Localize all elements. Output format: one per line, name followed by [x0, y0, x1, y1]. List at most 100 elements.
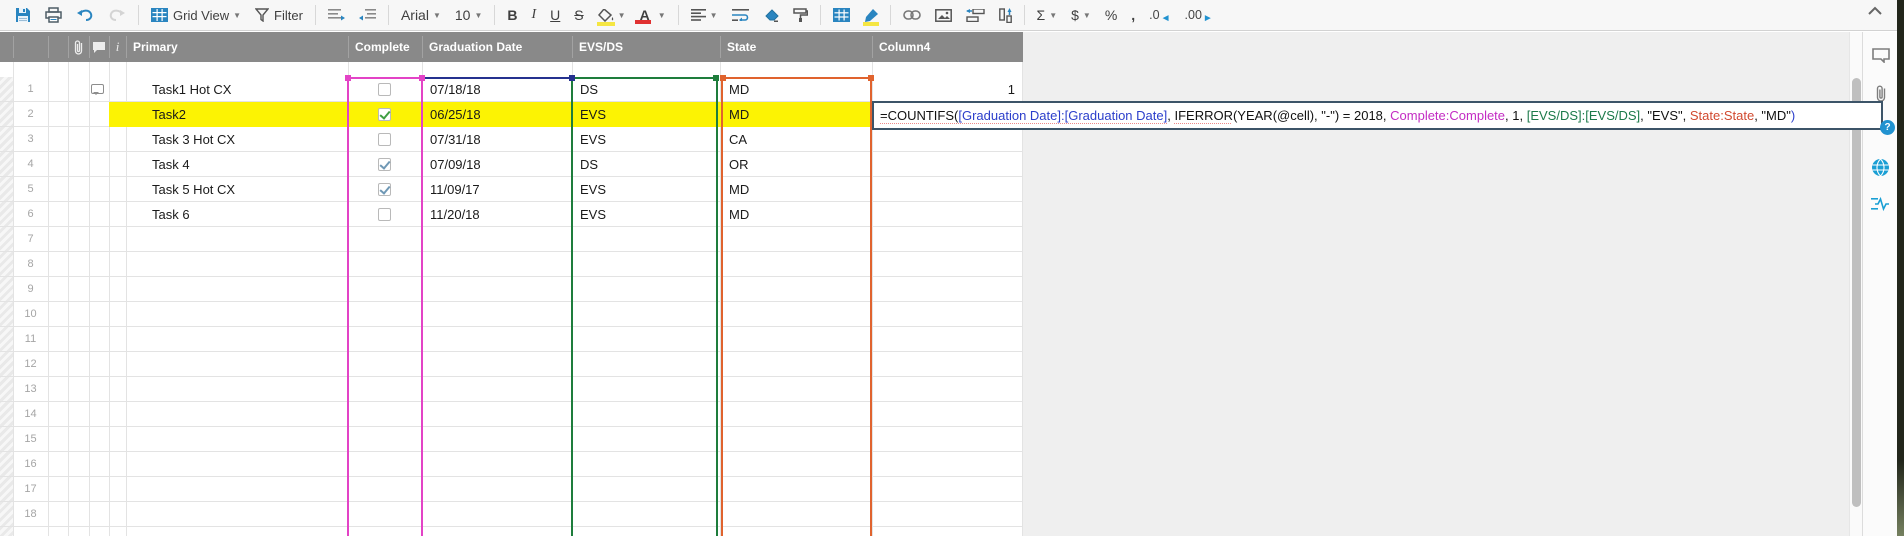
filter-button[interactable]: Filter: [248, 2, 310, 28]
cell[interactable]: 11/20/18: [430, 202, 568, 227]
view-selector[interactable]: Grid View ▼: [144, 2, 248, 28]
row-number[interactable]: 12: [13, 352, 48, 377]
ref-handle[interactable]: [720, 75, 726, 81]
complete-checkbox[interactable]: [378, 133, 391, 146]
attachment-column-header[interactable]: [68, 32, 89, 62]
decrease-decimal-button[interactable]: .0 ◄: [1142, 2, 1177, 28]
attachments-panel-button[interactable]: [1863, 84, 1898, 102]
cell[interactable]: MD: [729, 177, 869, 202]
undo-button[interactable]: [69, 2, 101, 28]
italic-button[interactable]: I: [525, 2, 544, 28]
row-number[interactable]: 11: [13, 327, 48, 352]
outdent-button[interactable]: [321, 2, 352, 28]
publish-button[interactable]: [1863, 158, 1898, 177]
font-color-button[interactable]: A ▼: [633, 2, 673, 28]
cell[interactable]: CA: [729, 127, 869, 152]
scrollbar-thumb[interactable]: [1852, 78, 1861, 507]
bold-button[interactable]: B: [500, 2, 524, 28]
comment-icon[interactable]: [91, 84, 104, 95]
print-button[interactable]: [38, 2, 69, 28]
ref-handle[interactable]: [345, 75, 351, 81]
complete-checkbox[interactable]: [378, 183, 391, 196]
row-number[interactable]: 18: [13, 502, 48, 527]
row-number[interactable]: 14: [13, 402, 48, 427]
column-header-primary[interactable]: Primary: [126, 32, 348, 62]
activity-log-button[interactable]: [1863, 196, 1898, 212]
insert-row-button[interactable]: [992, 2, 1019, 28]
cell[interactable]: EVS: [580, 177, 716, 202]
hyperlink-button[interactable]: [896, 2, 928, 28]
row-number[interactable]: 15: [13, 427, 48, 452]
row-number[interactable]: 17: [13, 477, 48, 502]
row-info-column-header[interactable]: i: [109, 32, 126, 62]
cell[interactable]: 07/09/18: [430, 152, 568, 177]
row-number[interactable]: 7: [13, 227, 48, 252]
row-number[interactable]: 9: [13, 277, 48, 302]
column-header-complete[interactable]: Complete: [348, 32, 422, 62]
save-button[interactable]: [8, 2, 38, 28]
row-number[interactable]: 1: [13, 77, 48, 102]
column-header-graduation-date[interactable]: Graduation Date: [422, 32, 572, 62]
row-number[interactable]: 5: [13, 177, 48, 202]
row-number[interactable]: 4: [13, 152, 48, 177]
row-number[interactable]: 3: [13, 127, 48, 152]
row-number[interactable]: 8: [13, 252, 48, 277]
cell[interactable]: Task1 Hot CX: [126, 77, 346, 102]
cell[interactable]: 1: [880, 77, 1015, 102]
wrap-text-button[interactable]: [725, 2, 756, 28]
collapse-toolbar-button[interactable]: [1868, 6, 1882, 15]
fill-color-button[interactable]: ▼: [591, 2, 633, 28]
cell[interactable]: EVS: [580, 127, 716, 152]
ref-handle[interactable]: [569, 75, 575, 81]
thousands-separator-button[interactable]: ,: [1124, 2, 1142, 28]
column-header-state[interactable]: State: [720, 32, 872, 62]
percent-button[interactable]: %: [1098, 2, 1124, 28]
row-number[interactable]: 2: [13, 102, 48, 127]
row-number[interactable]: 6: [13, 202, 48, 227]
insert-column-button[interactable]: [959, 2, 992, 28]
cell[interactable]: Task2: [126, 102, 346, 127]
cell[interactable]: 07/31/18: [430, 127, 568, 152]
indent-button[interactable]: [352, 2, 383, 28]
increase-decimal-button[interactable]: .00 ►: [1178, 2, 1220, 28]
column-header-evs-ds[interactable]: EVS/DS: [572, 32, 720, 62]
borders-button[interactable]: [826, 2, 857, 28]
clear-format-button[interactable]: [756, 2, 786, 28]
complete-checkbox[interactable]: [378, 158, 391, 171]
font-size-select[interactable]: 10 ▼: [448, 2, 490, 28]
complete-checkbox[interactable]: [378, 108, 391, 121]
row-number[interactable]: 10: [13, 302, 48, 327]
ref-handle[interactable]: [713, 75, 719, 81]
cell[interactable]: DS: [580, 77, 716, 102]
underline-button[interactable]: U: [543, 2, 567, 28]
complete-checkbox[interactable]: [378, 83, 391, 96]
cell[interactable]: Task 6: [126, 202, 346, 227]
highlight-button[interactable]: [857, 2, 885, 28]
cell[interactable]: MD: [729, 77, 869, 102]
font-family-select[interactable]: Arial ▼: [394, 2, 448, 28]
strikethrough-button[interactable]: S: [567, 2, 590, 28]
formula-edit-box[interactable]: =COUNTIFS([Graduation Date]:[Graduation …: [872, 101, 1883, 130]
cell[interactable]: DS: [580, 152, 716, 177]
row-number[interactable]: 13: [13, 377, 48, 402]
ref-handle[interactable]: [419, 75, 425, 81]
insert-image-button[interactable]: [928, 2, 959, 28]
cell[interactable]: EVS: [580, 202, 716, 227]
redo-button[interactable]: [101, 2, 133, 28]
cell[interactable]: 07/18/18: [430, 77, 568, 102]
comment-column-header[interactable]: [89, 32, 109, 62]
cell[interactable]: EVS: [580, 102, 716, 127]
complete-checkbox[interactable]: [378, 208, 391, 221]
cell[interactable]: MD: [729, 202, 869, 227]
cell[interactable]: Task 4: [126, 152, 346, 177]
format-painter-button[interactable]: [786, 2, 815, 28]
align-button[interactable]: ▼: [684, 2, 725, 28]
cell[interactable]: 06/25/18: [430, 102, 568, 127]
cell[interactable]: Task 3 Hot CX: [126, 127, 346, 152]
column-header-column4[interactable]: Column4: [872, 32, 1023, 62]
comments-panel-button[interactable]: [1863, 48, 1898, 63]
ref-handle[interactable]: [868, 75, 874, 81]
row-number[interactable]: 16: [13, 452, 48, 477]
cell[interactable]: Task 5 Hot CX: [126, 177, 346, 202]
help-icon[interactable]: ?: [1880, 120, 1895, 135]
